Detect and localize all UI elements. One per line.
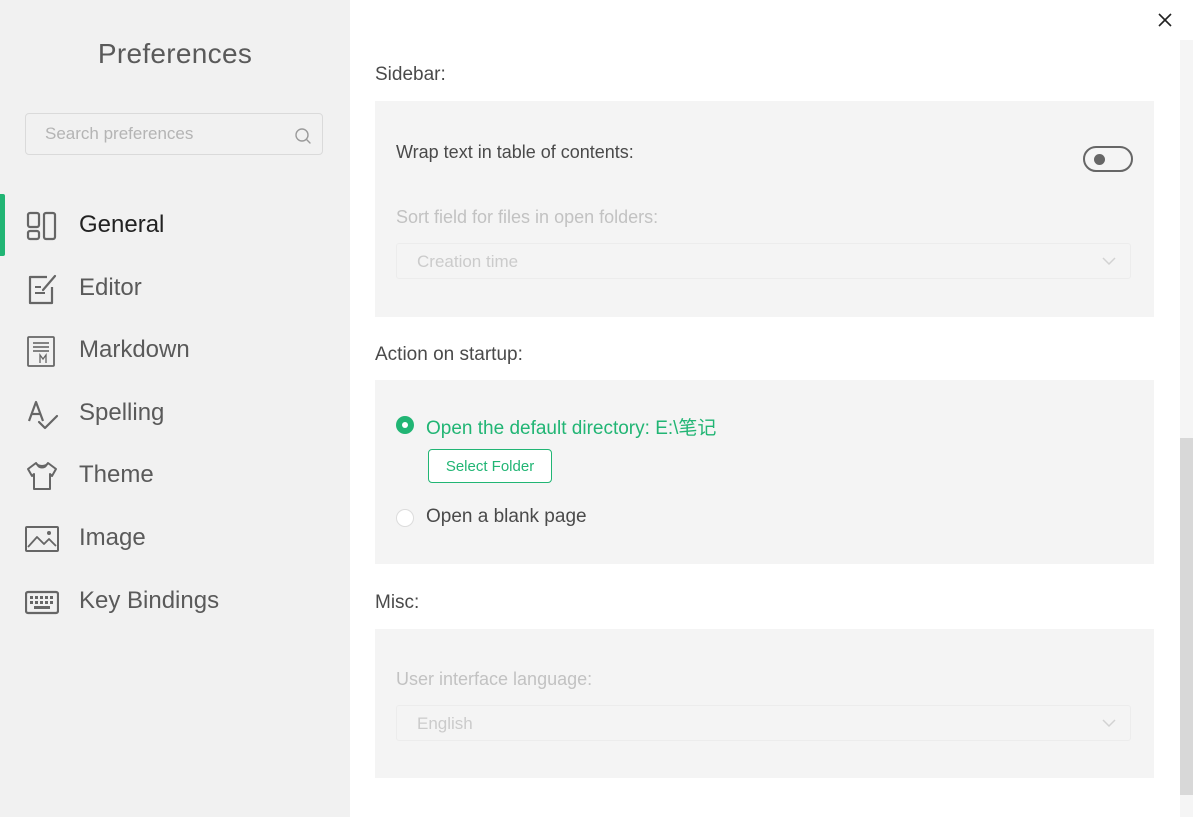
default-directory-label[interactable]: Open the default directory: E:\笔记 (426, 413, 716, 440)
markdown-icon (27, 336, 55, 368)
sidebar-item-general[interactable]: General (0, 194, 350, 257)
sidebar-item-markdown[interactable]: Markdown (0, 319, 350, 382)
sort-field-label: Sort field for files in open folders: (396, 207, 659, 227)
radio-blank-page[interactable] (396, 509, 414, 527)
section-title-startup: Action on startup: (375, 344, 523, 365)
editor-icon (28, 274, 57, 304)
sort-field-select[interactable]: Creation time (396, 243, 1131, 279)
language-select[interactable]: English (396, 705, 1131, 741)
sidebar-item-label: General (79, 211, 165, 238)
preferences-nav: General Editor Markdown Spelling Theme I… (0, 194, 350, 632)
radio-default-directory[interactable] (396, 416, 414, 434)
sidebar-item-label: Image (79, 523, 146, 551)
toggle-knob (1094, 154, 1105, 165)
page-title: Preferences (97, 38, 253, 69)
section-title-misc: Misc: (375, 592, 420, 613)
wrap-toc-label: Wrap text in table of contents: (396, 142, 634, 162)
sidebar-item-label: Spelling (79, 398, 165, 426)
search-icon[interactable] (294, 127, 312, 145)
sidebar-item-spelling[interactable]: Spelling (0, 382, 350, 445)
sidebar-settings-panel: Wrap text in table of contents: Sort fie… (375, 101, 1154, 317)
wrap-toc-toggle[interactable] (1083, 146, 1133, 172)
search-box[interactable] (25, 113, 323, 155)
blank-page-label[interactable]: Open a blank page (426, 506, 587, 528)
spelling-icon (27, 400, 59, 429)
misc-settings-panel: User interface language: English (375, 629, 1154, 778)
sidebar-item-editor[interactable]: Editor (0, 257, 350, 320)
close-icon[interactable] (1155, 10, 1175, 30)
select-folder-button[interactable]: Select Folder (428, 449, 552, 483)
sidebar-item-label: Markdown (79, 336, 190, 364)
general-icon (26, 211, 57, 241)
sort-field-value: Creation time (417, 252, 519, 271)
startup-settings-panel: Open the default directory: E:\笔记 Select… (375, 380, 1154, 564)
sidebar-item-image[interactable]: Image (0, 507, 350, 570)
sidebar-item-theme[interactable]: Theme (0, 444, 350, 507)
theme-icon (27, 462, 57, 491)
sidebar-item-label: Key Bindings (79, 586, 220, 614)
preferences-sidebar: Preferences General Editor (0, 0, 350, 817)
sidebar-item-label: Editor (79, 273, 142, 301)
scrollbar-thumb[interactable] (1180, 438, 1193, 795)
image-icon (25, 525, 59, 552)
chevron-down-icon (1102, 257, 1116, 266)
search-input[interactable] (45, 114, 285, 154)
language-value: English (417, 714, 473, 733)
language-label: User interface language: (396, 669, 593, 689)
section-title-sidebar: Sidebar: (375, 64, 446, 85)
chevron-down-icon (1102, 719, 1116, 728)
keyboard-icon (25, 590, 59, 614)
sidebar-item-key-bindings[interactable]: Key Bindings (0, 570, 350, 633)
sidebar-item-label: Theme (79, 461, 154, 489)
